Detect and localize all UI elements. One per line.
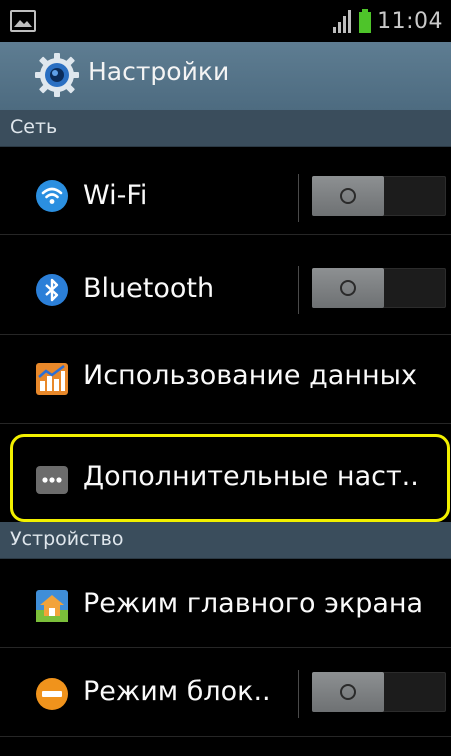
- divider: [298, 174, 299, 222]
- section-title: Сеть: [10, 116, 58, 138]
- home-icon: [36, 590, 68, 622]
- settings-item-home-mode[interactable]: Режим главного экрана: [0, 559, 451, 648]
- block-icon: [36, 678, 68, 710]
- section-title: Устройство: [10, 528, 124, 550]
- settings-item-label: Bluetooth: [83, 273, 215, 304]
- image-icon: [10, 10, 36, 32]
- settings-item-bluetooth[interactable]: Bluetooth: [0, 246, 451, 335]
- action-bar: Настройки: [0, 42, 451, 110]
- section-header-network: Сеть: [0, 110, 451, 147]
- settings-item-label: Режим главного экрана: [83, 588, 424, 619]
- signal-icon: [333, 9, 353, 33]
- toggle-knob: [312, 672, 384, 712]
- wifi-icon: [36, 180, 68, 212]
- block-mode-toggle[interactable]: [312, 672, 446, 712]
- divider: [298, 266, 299, 314]
- settings-item-data-usage[interactable]: Использование данных: [0, 335, 451, 424]
- gear-icon[interactable]: [34, 52, 80, 98]
- settings-item-label: Режим блок..: [83, 676, 271, 707]
- battery-icon: [359, 9, 372, 33]
- divider: [298, 670, 299, 718]
- bluetooth-toggle[interactable]: [312, 268, 446, 308]
- data-usage-icon: [36, 363, 68, 395]
- toggle-knob: [312, 176, 384, 216]
- highlight-outline: [10, 434, 450, 522]
- page-title: Настройки: [88, 57, 230, 86]
- bluetooth-icon: [36, 274, 68, 306]
- settings-item-label: Wi-Fi: [83, 180, 148, 211]
- settings-item-wifi[interactable]: Wi-Fi: [0, 146, 451, 235]
- section-header-device: Устройство: [0, 522, 451, 559]
- status-bar: 11:04: [0, 0, 451, 42]
- settings-item-block-mode[interactable]: Режим блок..: [0, 648, 451, 737]
- settings-item-label: Использование данных: [83, 360, 417, 391]
- wifi-toggle[interactable]: [312, 176, 446, 216]
- toggle-knob: [312, 268, 384, 308]
- status-time: 11:04: [377, 8, 443, 34]
